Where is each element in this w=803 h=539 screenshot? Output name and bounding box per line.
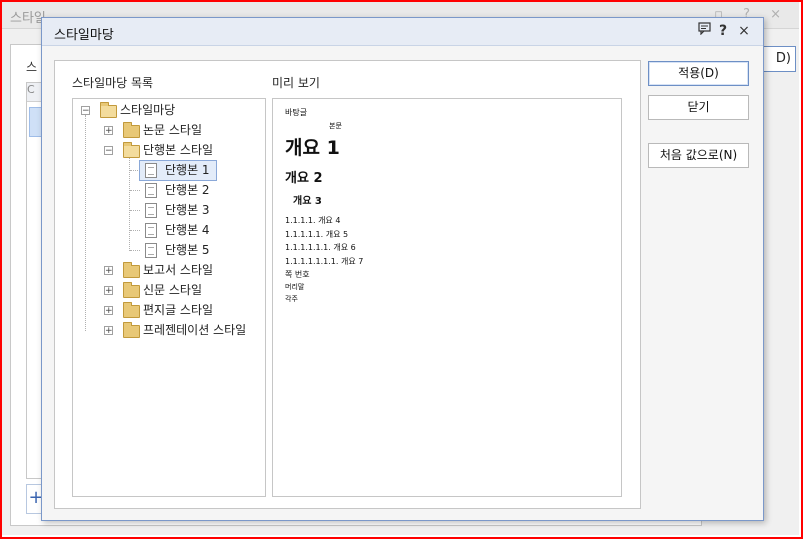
- preview-header: 머리말: [285, 283, 305, 291]
- preview-outline-3: 개요 3: [293, 196, 322, 207]
- preview-body-2: 본문: [329, 122, 342, 130]
- tree-item-presentation-style[interactable]: + 프레젠테이션 스타일: [73, 320, 263, 340]
- close-icon[interactable]: ×: [734, 21, 754, 41]
- document-icon: [145, 243, 157, 258]
- close-button[interactable]: 닫기: [648, 95, 749, 120]
- apply-button[interactable]: 적용(D): [648, 61, 749, 86]
- document-icon: [145, 163, 157, 178]
- document-icon: [145, 203, 157, 218]
- collapse-icon[interactable]: −: [81, 106, 90, 116]
- expand-icon[interactable]: +: [104, 126, 113, 136]
- preview-outline-4: 1.1.1.1. 개요 4: [285, 216, 341, 225]
- tree-item-letter-style[interactable]: + 편지글 스타일: [73, 300, 263, 320]
- style-preview: 바탕글 본문 개요 1 개요 2 개요 3 1.1.1.1. 개요 4 1.1.…: [272, 98, 622, 497]
- folder-icon: [123, 262, 140, 278]
- style-tree[interactable]: − 스타일마당 + 논문 스타일 − 단행본 스타일 단행본 1 단행본 2 단…: [72, 98, 266, 497]
- folder-icon: [123, 302, 140, 318]
- tree-item-label: 단행본 5: [165, 243, 210, 257]
- background-label: 스: [26, 60, 38, 74]
- tree-item-label: 단행본 3: [165, 203, 210, 217]
- tree-item-book-5[interactable]: 단행본 5: [73, 240, 263, 260]
- collapse-icon[interactable]: −: [104, 146, 113, 156]
- folder-icon: [123, 122, 140, 138]
- tree-item-label: 신문 스타일: [143, 283, 203, 297]
- preview-label: 미리 보기: [272, 76, 320, 90]
- tree-item-label: 보고서 스타일: [143, 263, 214, 277]
- style-gallery-dialog: 스타일마당 ? × 스타일마당 목록 미리 보기 − 스타일마당 + 논문 스타…: [41, 17, 764, 521]
- folder-icon: [123, 282, 140, 298]
- tree-item-label: 단행본 스타일: [143, 143, 214, 157]
- tree-item-label: 단행본 2: [165, 183, 210, 197]
- dialog-title: 스타일마당: [54, 28, 114, 43]
- tree-item-label: 편지글 스타일: [143, 303, 214, 317]
- reset-button[interactable]: 처음 값으로(N): [648, 143, 749, 168]
- tree-item-label: 논문 스타일: [143, 123, 203, 137]
- expand-icon[interactable]: +: [104, 326, 113, 336]
- comment-icon[interactable]: [694, 21, 714, 41]
- open-folder-icon: [100, 102, 117, 118]
- tree-item-book-4[interactable]: 단행본 4: [73, 220, 263, 240]
- preview-outline-6: 1.1.1.1.1.1. 개요 6: [285, 243, 356, 252]
- help-icon[interactable]: ?: [713, 21, 733, 41]
- tree-item-label: 프레젠테이션 스타일: [143, 323, 247, 337]
- dialog-content-panel: 스타일마당 목록 미리 보기 − 스타일마당 + 논문 스타일 − 단행본 스타…: [54, 60, 641, 509]
- tree-item-book-style[interactable]: − 단행본 스타일: [73, 140, 263, 160]
- preview-outline-7: 1.1.1.1.1.1.1. 개요 7: [285, 257, 364, 266]
- style-list-label: 스타일마당 목록: [72, 76, 154, 90]
- tree-item-book-3[interactable]: 단행본 3: [73, 200, 263, 220]
- tree-item-newspaper-style[interactable]: + 신문 스타일: [73, 280, 263, 300]
- tree-item-label: 단행본 4: [165, 223, 210, 237]
- dialog-titlebar: 스타일마당 ? ×: [42, 18, 763, 46]
- tree-item-report-style[interactable]: + 보고서 스타일: [73, 260, 263, 280]
- preview-body: 바탕글: [285, 108, 308, 117]
- tree-item-book-2[interactable]: 단행본 2: [73, 180, 263, 200]
- tree-item-paper-style[interactable]: + 논문 스타일: [73, 120, 263, 140]
- preview-outline-5: 1.1.1.1.1. 개요 5: [285, 230, 349, 239]
- open-folder-icon: [123, 142, 140, 158]
- expand-icon[interactable]: +: [104, 266, 113, 276]
- expand-icon[interactable]: +: [104, 286, 113, 296]
- preview-footnote: 각주: [285, 295, 298, 303]
- preview-page-number: 쪽 번호: [285, 270, 310, 279]
- tree-root[interactable]: − 스타일마당: [73, 100, 263, 120]
- preview-outline-1: 개요 1: [285, 137, 340, 159]
- document-icon: [145, 223, 157, 238]
- tree-root-label: 스타일마당: [120, 103, 176, 117]
- document-icon: [145, 183, 157, 198]
- tree-item-book-1[interactable]: 단행본 1: [73, 160, 263, 180]
- folder-icon: [123, 322, 140, 338]
- tree-item-label: 단행본 1: [165, 163, 210, 177]
- preview-outline-2: 개요 2: [285, 171, 323, 186]
- expand-icon[interactable]: +: [104, 306, 113, 316]
